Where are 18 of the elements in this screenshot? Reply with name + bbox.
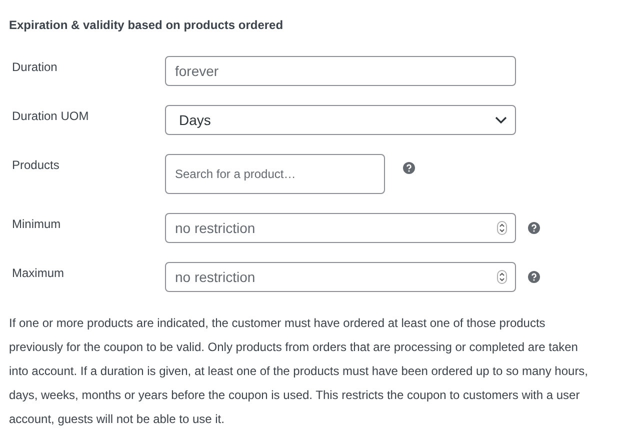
duration-field[interactable]: forever <box>165 56 516 86</box>
field-label: Products <box>11 157 60 172</box>
field-label: Duration <box>11 59 58 74</box>
description-text: If one or more products are indicated, the customer must have ordered at least one of those products previously for the coupon to be valid. Only products from orders that are processing or completed are taken into account. If a duration is given, at least one of the products must have been ordered up to so many hours, days, weeks, months or years before the coupon is used. This restricts the coupon to customers with a user account, guests will not be able to use it. <box>9 315 590 428</box>
help-icon[interactable] <box>528 222 540 234</box>
field-label: Duration UOM <box>11 108 90 123</box>
help-icon[interactable] <box>528 271 540 283</box>
spinner-icon[interactable] <box>497 221 507 235</box>
field-label: Minimum <box>11 216 62 231</box>
unit-dropdown[interactable]: Days <box>165 105 516 135</box>
number-field[interactable]: no restriction <box>165 262 516 292</box>
section-title: Expiration & validity based on products ordered <box>9 18 284 32</box>
help-icon[interactable] <box>403 162 415 174</box>
product-search-field[interactable]: Search for a product… <box>165 154 385 194</box>
field-label: Maximum <box>11 265 66 280</box>
number-field[interactable]: no restriction <box>165 213 516 243</box>
chevron-down-icon <box>495 116 507 124</box>
spinner-icon[interactable] <box>497 270 507 284</box>
